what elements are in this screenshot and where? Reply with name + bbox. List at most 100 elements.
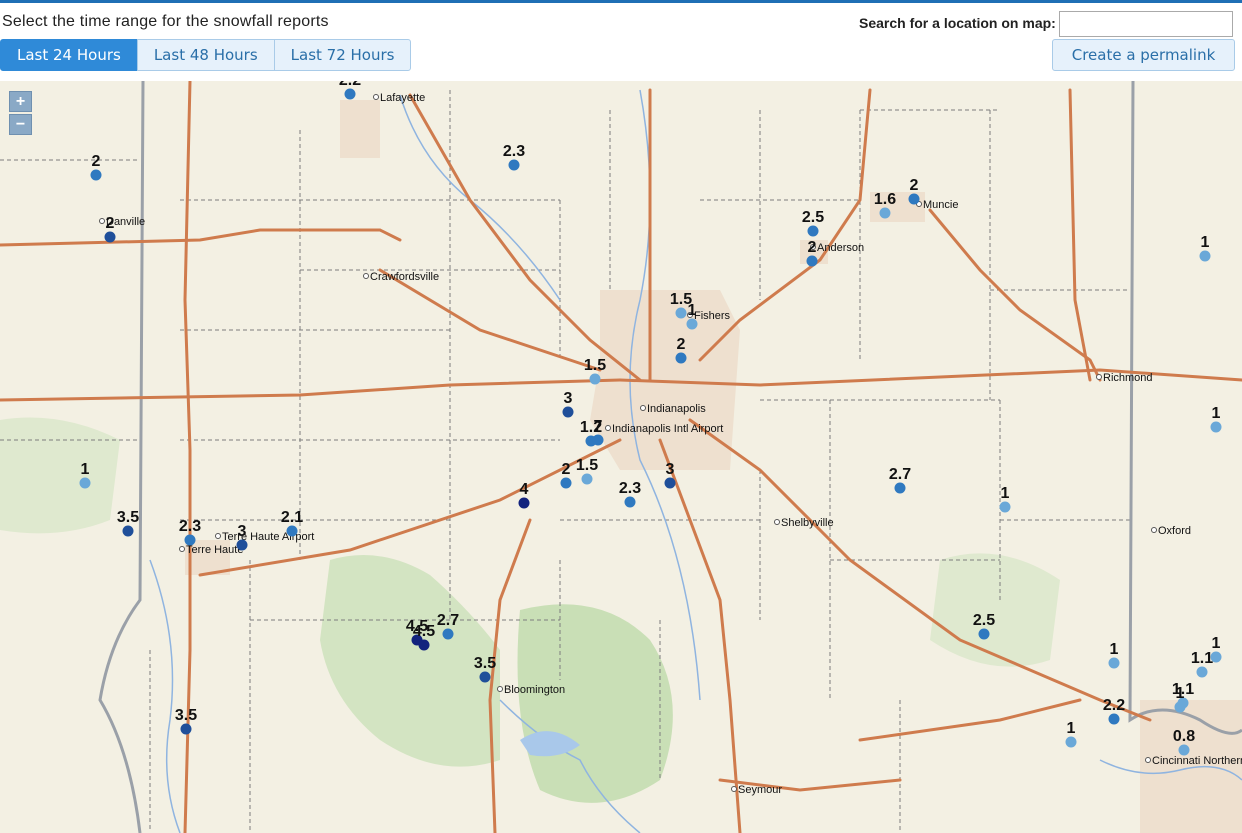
city-marker (373, 94, 379, 100)
report-value-label: 1 (1110, 641, 1119, 658)
city-marker (363, 273, 369, 279)
report-marker[interactable] (236, 539, 248, 551)
city-marker (1096, 374, 1102, 380)
report-marker[interactable] (442, 628, 454, 640)
report-marker[interactable] (1065, 736, 1077, 748)
city-marker (640, 405, 646, 411)
report-marker[interactable] (79, 477, 91, 489)
location-search-input[interactable] (1059, 11, 1233, 37)
report-value-label: 1 (81, 461, 90, 478)
report-value-label: 2 (910, 177, 919, 194)
city-label: Bloomington (504, 684, 565, 696)
report-marker[interactable] (807, 225, 819, 237)
snowfall-report[interactable]: 1 (1174, 685, 1186, 713)
report-marker[interactable] (581, 473, 593, 485)
report-marker[interactable] (999, 501, 1011, 513)
snowfall-report[interactable]: 2 (104, 215, 116, 243)
report-marker[interactable] (879, 207, 891, 219)
report-marker[interactable] (1108, 657, 1120, 669)
report-marker[interactable] (806, 255, 818, 267)
report-value-label: 0.8 (1173, 728, 1195, 745)
report-marker[interactable] (624, 496, 636, 508)
report-marker[interactable] (184, 534, 196, 546)
report-marker[interactable] (1174, 701, 1186, 713)
create-permalink-button[interactable]: Create a permalink (1052, 39, 1235, 71)
forest-area (930, 553, 1060, 667)
tab-last-24-hours[interactable]: Last 24 Hours (0, 39, 138, 71)
report-value-label: 1 (1001, 485, 1010, 502)
report-marker[interactable] (664, 477, 676, 489)
snowfall-report[interactable]: 2 (806, 239, 818, 267)
snowfall-report[interactable]: 7 (592, 418, 604, 446)
report-value-label: 2.2 (1103, 697, 1125, 714)
report-marker[interactable] (286, 525, 298, 537)
city-label: Muncie (923, 199, 958, 211)
report-marker[interactable] (675, 307, 687, 319)
snowfall-report[interactable]: 1 (686, 302, 698, 330)
report-marker[interactable] (104, 231, 116, 243)
report-marker[interactable] (1196, 666, 1208, 678)
report-marker[interactable] (978, 628, 990, 640)
report-value-label: 2.3 (503, 143, 525, 160)
snowfall-report[interactable]: 2 (560, 461, 572, 489)
report-marker[interactable] (675, 352, 687, 364)
report-value-label: 2.5 (802, 209, 824, 226)
snowfall-report[interactable]: 3 (664, 461, 676, 489)
snowfall-report[interactable]: 1 (79, 461, 91, 489)
report-value-label: 2.3 (619, 480, 641, 497)
report-marker[interactable] (508, 159, 520, 171)
report-marker[interactable] (686, 318, 698, 330)
report-marker[interactable] (479, 671, 491, 683)
zoom-in-button[interactable]: + (9, 91, 32, 112)
report-value-label: 1.5 (584, 357, 606, 374)
report-marker[interactable] (592, 434, 604, 446)
zoom-out-button[interactable]: − (9, 114, 32, 135)
snowfall-report[interactable]: 2 (908, 177, 920, 205)
report-marker[interactable] (1210, 421, 1222, 433)
report-value-label: 3.5 (474, 655, 496, 672)
report-marker[interactable] (894, 482, 906, 494)
urban-area-lafayette (340, 100, 380, 158)
city-label: Indianapolis Intl Airport (612, 423, 723, 435)
report-value-label: 2 (677, 336, 686, 353)
tab-last-48-hours[interactable]: Last 48 Hours (136, 39, 275, 71)
snowfall-report[interactable]: 1 (999, 485, 1011, 513)
report-marker[interactable] (518, 497, 530, 509)
top-accent-line (0, 0, 1242, 3)
report-value-label: 1.5 (576, 457, 598, 474)
snowfall-report[interactable]: 3 (562, 390, 574, 418)
report-value-label: 2 (92, 153, 101, 170)
snowfall-report[interactable]: 4 (518, 481, 530, 509)
report-marker[interactable] (344, 88, 356, 100)
city-marker (215, 533, 221, 539)
snowfall-report[interactable]: 1 (1108, 641, 1120, 669)
report-marker[interactable] (562, 406, 574, 418)
snowfall-report[interactable]: 1 (1199, 234, 1211, 262)
report-marker[interactable] (589, 373, 601, 385)
snowfall-report[interactable]: 2 (675, 336, 687, 364)
report-value-label: 2 (562, 461, 571, 478)
snowfall-report[interactable]: 2 (90, 153, 102, 181)
zoom-controls: + − (9, 91, 32, 137)
tab-last-72-hours[interactable]: Last 72 Hours (273, 39, 412, 71)
report-value-label: 1.1 (1191, 650, 1213, 667)
snowfall-map[interactable]: Lafayette Danville Crawfordsville Muncie And… (0, 81, 1242, 833)
report-marker[interactable] (560, 477, 572, 489)
city-label: Oxford (1158, 525, 1191, 537)
report-marker[interactable] (90, 169, 102, 181)
report-marker[interactable] (908, 193, 920, 205)
report-marker[interactable] (180, 723, 192, 735)
city-label: Crawfordsville (370, 271, 439, 283)
report-value-label: 7 (594, 418, 603, 435)
report-marker[interactable] (1108, 713, 1120, 725)
report-marker[interactable] (122, 525, 134, 537)
city-marker (1151, 527, 1157, 533)
search-label: Search for a location on map: (859, 15, 1056, 31)
report-marker[interactable] (1199, 250, 1211, 262)
snowfall-report[interactable]: 1 (1210, 405, 1222, 433)
snowfall-report[interactable]: 1 (1065, 720, 1077, 748)
report-value-label: 3 (564, 390, 573, 407)
report-marker[interactable] (1178, 744, 1190, 756)
report-marker[interactable] (418, 639, 430, 651)
snowfall-report[interactable]: 3 (236, 523, 248, 551)
